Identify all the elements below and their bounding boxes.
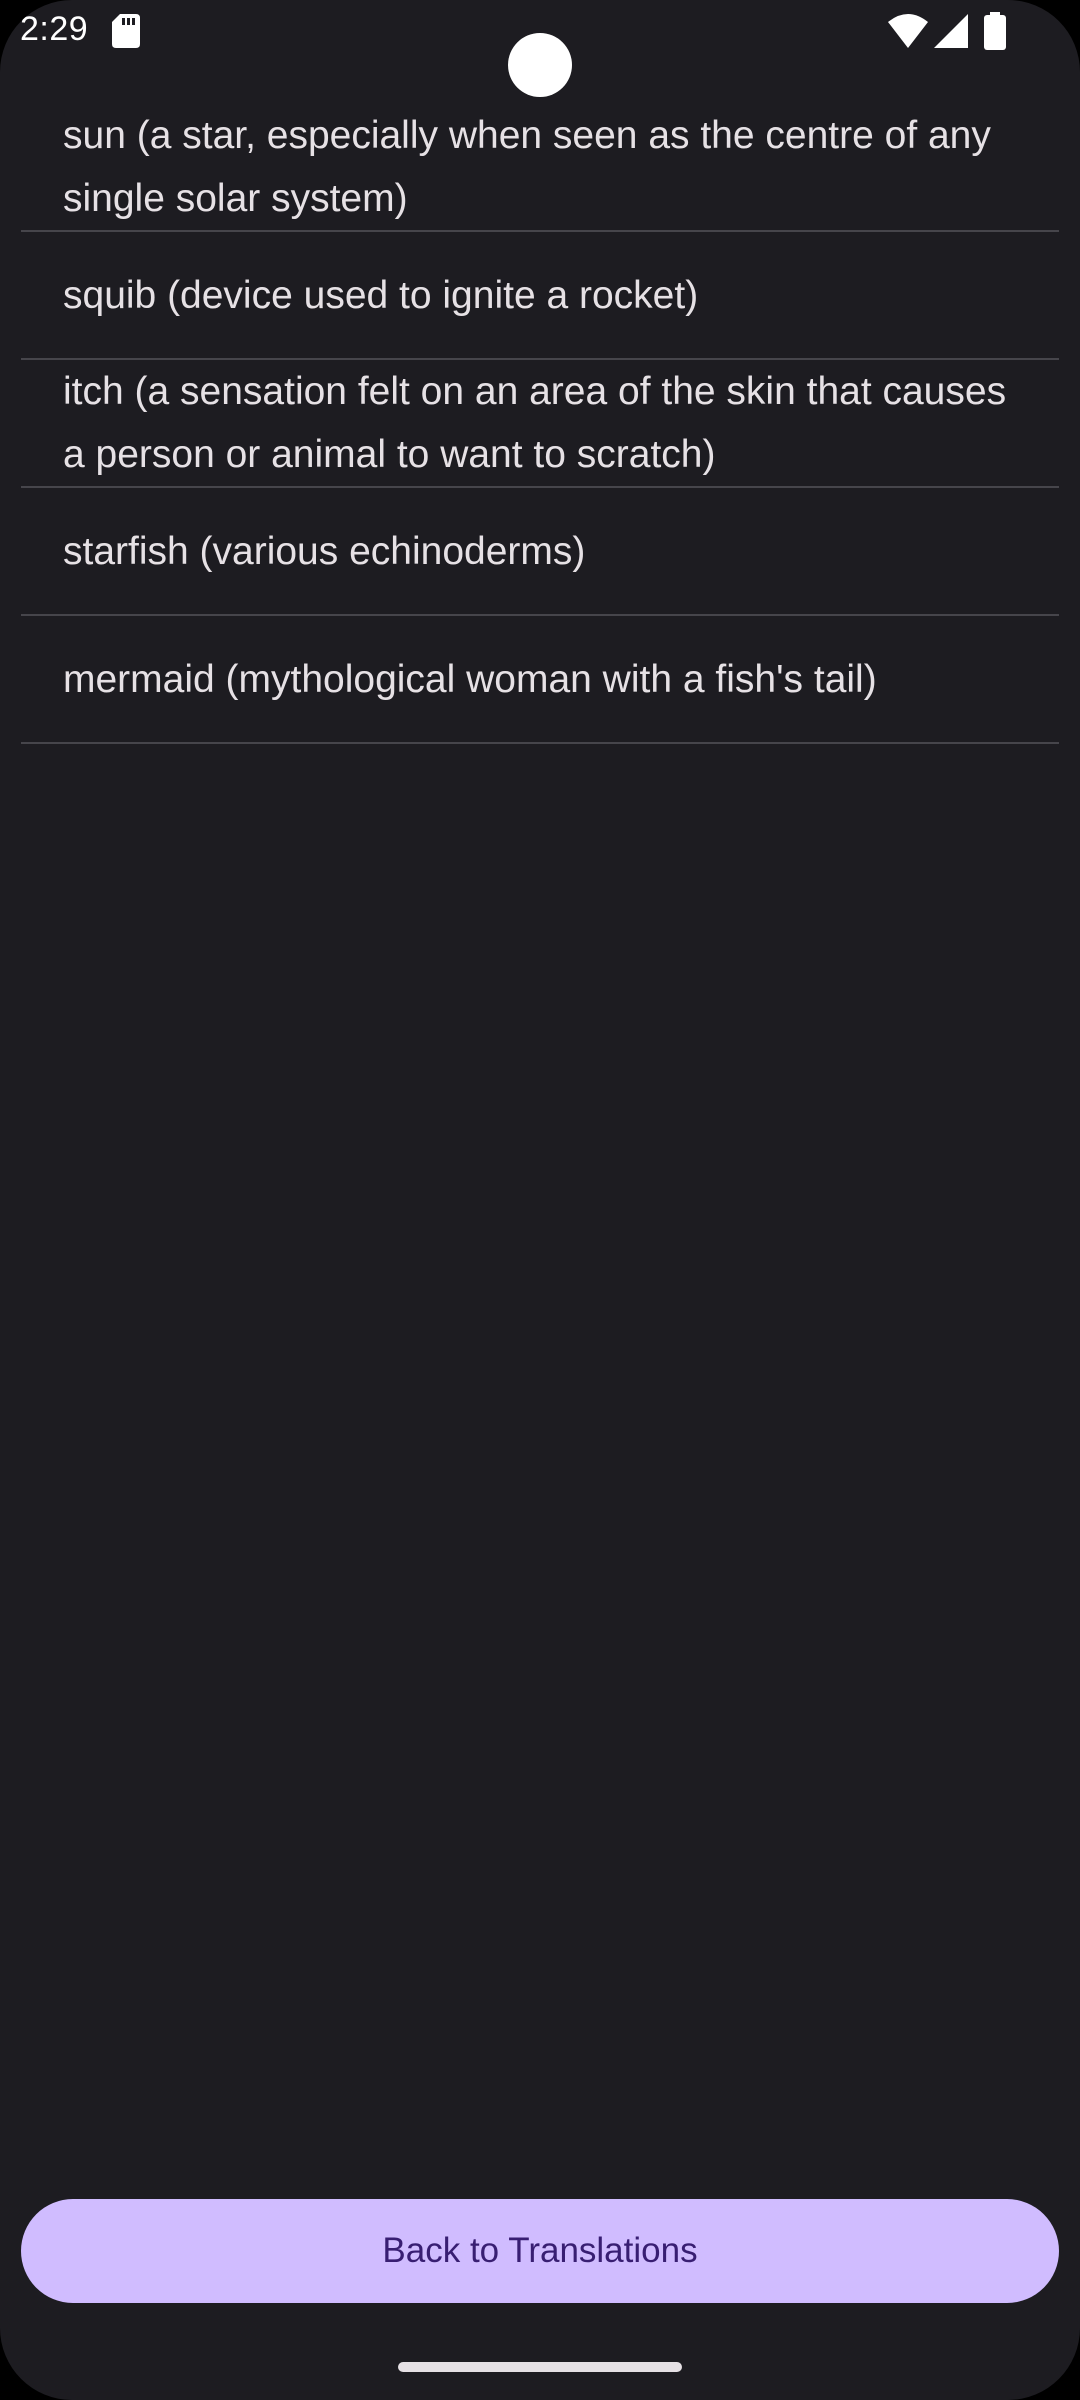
list-item-text: squib (device used to ignite a rocket) xyxy=(63,273,699,317)
list-item-text: sun (a star, especially when seen as the… xyxy=(63,114,991,220)
back-to-translations-button[interactable]: Back to Translations xyxy=(21,2199,1059,2303)
sd-card-icon xyxy=(112,14,140,48)
signal-icon xyxy=(934,14,968,48)
app-screen: 2:29 sun (a star, especially when seen a… xyxy=(0,0,1080,2400)
list-item[interactable]: mermaid (mythological woman with a fish'… xyxy=(21,616,1059,744)
home-indicator[interactable] xyxy=(398,2362,682,2372)
status-bar: 2:29 xyxy=(0,0,1080,97)
list-item[interactable]: itch (a sensation felt on an area of the… xyxy=(21,360,1059,488)
list-item-text: mermaid (mythological woman with a fish'… xyxy=(63,657,877,701)
wifi-icon xyxy=(888,14,928,48)
list-item-text: itch (a sensation felt on an area of the… xyxy=(63,370,1007,476)
list-item[interactable]: sun (a star, especially when seen as the… xyxy=(21,104,1059,232)
list-item[interactable]: squib (device used to ignite a rocket) xyxy=(21,232,1059,360)
list-item-text: starfish (various echinoderms) xyxy=(63,529,586,573)
status-time: 2:29 xyxy=(20,10,89,48)
translation-list: sun (a star, especially when seen as the… xyxy=(21,104,1059,744)
camera-cutout xyxy=(508,33,572,97)
battery-icon xyxy=(984,12,1006,50)
list-item[interactable]: starfish (various echinoderms) xyxy=(21,488,1059,616)
